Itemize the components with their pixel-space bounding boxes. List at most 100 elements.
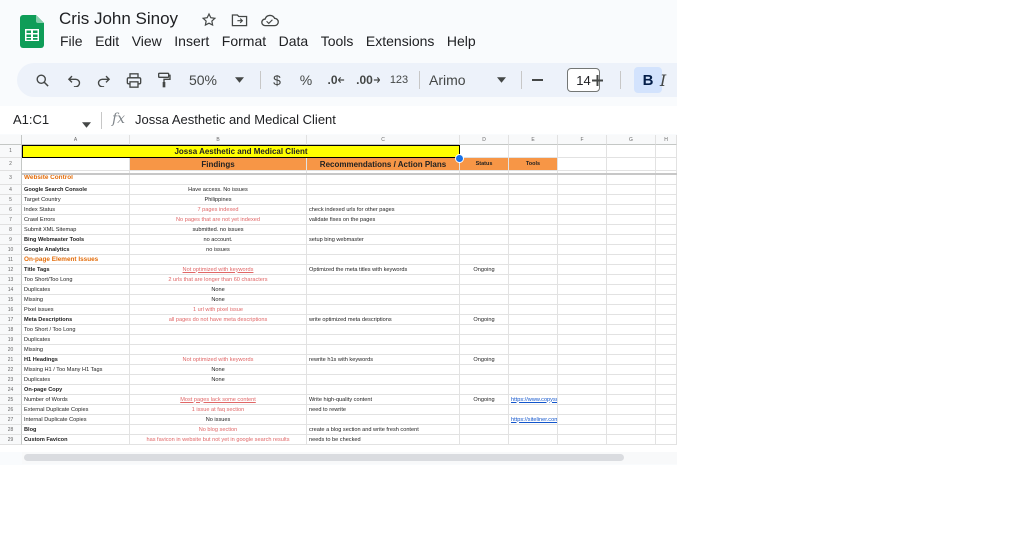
cell-a[interactable]: Submit XML Sitemap (22, 225, 130, 235)
cell-b[interactable]: Not optimized with keywords (130, 355, 307, 365)
cell[interactable] (558, 295, 607, 305)
column-header-b[interactable]: B (130, 135, 307, 145)
cell-c[interactable]: setup bing webmaster (307, 235, 460, 245)
cell[interactable] (460, 335, 509, 345)
cell[interactable] (656, 295, 677, 305)
cell-b[interactable]: 1 issue at faq section (130, 405, 307, 415)
cell[interactable] (509, 185, 558, 195)
cell[interactable] (558, 265, 607, 275)
cell[interactable] (509, 305, 558, 315)
cell[interactable] (22, 158, 130, 171)
cell-c[interactable]: rewrite h1s with keywords (307, 355, 460, 365)
cell-a[interactable]: Duplicates (22, 375, 130, 385)
column-header-f[interactable]: F (558, 135, 607, 145)
cell[interactable] (558, 325, 607, 335)
column-header-e[interactable]: E (509, 135, 558, 145)
row-header[interactable]: 24 (0, 385, 22, 395)
cell[interactable] (307, 415, 460, 425)
column-header-c[interactable]: C (307, 135, 460, 145)
cell[interactable] (607, 305, 656, 315)
cell[interactable] (307, 275, 460, 285)
cell[interactable] (460, 305, 509, 315)
cell[interactable] (607, 275, 656, 285)
row-header[interactable]: 27 (0, 415, 22, 425)
frozen-row-divider[interactable] (22, 173, 677, 175)
cell[interactable] (509, 195, 558, 205)
cell-d[interactable]: Ongoing (460, 315, 509, 325)
cell[interactable] (558, 235, 607, 245)
menu-edit[interactable]: Edit (95, 33, 119, 49)
cell[interactable] (656, 325, 677, 335)
row-header[interactable]: 15 (0, 295, 22, 305)
cloud-saved-icon[interactable] (259, 10, 279, 30)
cell[interactable] (607, 375, 656, 385)
cell-a[interactable]: Blog (22, 425, 130, 435)
cell[interactable] (307, 295, 460, 305)
cell[interactable] (607, 425, 656, 435)
cell[interactable] (307, 325, 460, 335)
paint-format-icon[interactable] (153, 63, 175, 97)
cell-a[interactable]: External Duplicate Copies (22, 405, 130, 415)
cell[interactable] (460, 425, 509, 435)
cell[interactable] (509, 405, 558, 415)
cell[interactable] (460, 145, 509, 158)
cell-a[interactable]: Missing (22, 345, 130, 355)
cell-b[interactable]: all pages do not have meta descriptions (130, 315, 307, 325)
cell[interactable] (509, 265, 558, 275)
cell[interactable] (607, 395, 656, 405)
cell[interactable] (509, 295, 558, 305)
cell-e[interactable]: Tools (509, 158, 558, 171)
cell[interactable] (607, 285, 656, 295)
cell[interactable] (460, 345, 509, 355)
move-folder-icon[interactable] (229, 10, 249, 30)
cell[interactable] (656, 205, 677, 215)
row-header[interactable]: 9 (0, 235, 22, 245)
cell[interactable] (607, 265, 656, 275)
cell-a[interactable]: Number of Words (22, 395, 130, 405)
cell[interactable] (607, 205, 656, 215)
cell[interactable] (607, 335, 656, 345)
cell[interactable] (656, 235, 677, 245)
cell[interactable] (656, 345, 677, 355)
cell[interactable] (607, 185, 656, 195)
cell[interactable] (558, 345, 607, 355)
cell[interactable] (558, 145, 607, 158)
font-dropdown-icon[interactable] (494, 63, 508, 97)
cell[interactable] (307, 255, 460, 265)
cell[interactable] (307, 385, 460, 395)
cell[interactable] (558, 285, 607, 295)
cell-c[interactable]: Recommendations / Action Plans (307, 158, 460, 171)
name-box[interactable]: A1:C1 (13, 112, 49, 127)
column-header-d[interactable]: D (460, 135, 509, 145)
cell[interactable] (656, 365, 677, 375)
cell[interactable] (509, 235, 558, 245)
cell[interactable] (460, 365, 509, 375)
cell-b[interactable]: No blog section (130, 425, 307, 435)
cell[interactable] (656, 145, 677, 158)
cell[interactable] (656, 158, 677, 171)
cell[interactable] (558, 255, 607, 265)
search-menus-icon[interactable] (31, 63, 53, 97)
selection-handle[interactable] (455, 154, 464, 163)
row-header[interactable]: 1 (0, 145, 22, 158)
cell[interactable] (558, 215, 607, 225)
cell-b[interactable]: None (130, 285, 307, 295)
cell[interactable] (460, 435, 509, 445)
row-header[interactable]: 4 (0, 185, 22, 195)
menu-insert[interactable]: Insert (174, 33, 209, 49)
cell[interactable] (130, 335, 307, 345)
more-formats-button[interactable]: 123 (387, 63, 411, 97)
cell[interactable] (460, 255, 509, 265)
cell[interactable] (558, 225, 607, 235)
cell[interactable] (558, 185, 607, 195)
cell-a[interactable]: Too Short/Too Long (22, 275, 130, 285)
format-percent-button[interactable]: % (296, 63, 316, 97)
decrease-decimal-button[interactable]: .0 (325, 63, 347, 97)
menu-extensions[interactable]: Extensions (366, 33, 434, 49)
cell[interactable] (607, 225, 656, 235)
cell[interactable] (509, 385, 558, 395)
cell-c[interactable]: check indexed urls for other pages (307, 205, 460, 215)
cell-d[interactable]: Ongoing (460, 355, 509, 365)
cell-b[interactable]: No issues (130, 415, 307, 425)
cell[interactable] (656, 395, 677, 405)
